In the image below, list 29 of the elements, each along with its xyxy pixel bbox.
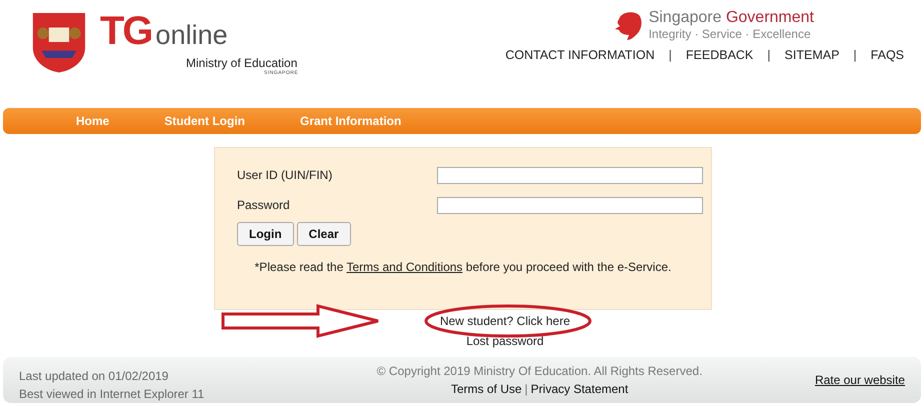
- field-label: Password: [237, 198, 291, 212]
- top-link[interactable]: CONTACT INFORMATION: [505, 48, 655, 62]
- logo-subtext: online: [156, 19, 228, 52]
- browser-note: Best viewed in Internet Explorer 11: [19, 387, 204, 401]
- last-updated-text: Last updated on 01/02/2019: [19, 369, 170, 383]
- form-button[interactable]: Clear: [296, 222, 351, 246]
- separator: |: [767, 48, 771, 62]
- separator: |: [524, 382, 528, 396]
- field-label: User ID (UIN/FIN): [237, 168, 334, 182]
- top-link[interactable]: FEEDBACK: [686, 48, 754, 62]
- government-title: Singapore Government: [648, 9, 814, 27]
- copyright-text: © Copyright 2019 Ministry Of Education. All Rights Reserved.: [376, 364, 702, 378]
- input-field[interactable]: [437, 166, 703, 184]
- terms-notice: *Please read the Terms and Conditions before you proceed with the e-Service.: [254, 260, 672, 274]
- logo-text: TG: [100, 10, 152, 52]
- crest-logo: [30, 10, 88, 74]
- form-button[interactable]: Login: [237, 222, 294, 246]
- top-link[interactable]: FAQS: [870, 48, 904, 62]
- input-field[interactable]: [437, 196, 703, 214]
- footer-link[interactable]: Privacy Statement: [530, 382, 628, 396]
- ministry-name: Ministry of Education: [186, 56, 298, 70]
- rate-link[interactable]: Rate our website: [814, 373, 905, 387]
- lost-password-link[interactable]: Lost password: [466, 334, 544, 348]
- terms-link[interactable]: Terms and Conditions: [346, 260, 463, 274]
- separator: |: [668, 48, 672, 62]
- top-link[interactable]: SITEMAP: [784, 48, 840, 62]
- government-motto: Integrity · Service · Excellence: [648, 27, 812, 41]
- footer-link[interactable]: Terms of Use: [450, 382, 522, 396]
- separator: |: [853, 48, 857, 62]
